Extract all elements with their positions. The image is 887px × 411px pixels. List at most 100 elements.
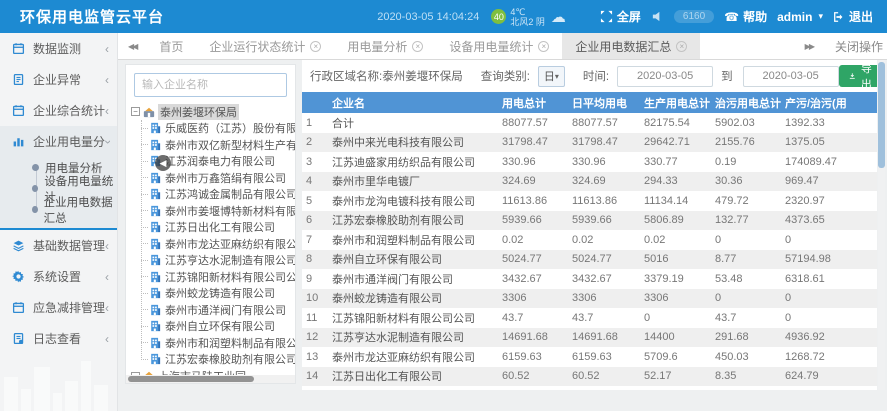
table-row-8[interactable]: 8泰州自立环保有限公司5024.775024.7750168.7757194.9… bbox=[302, 250, 877, 270]
sidebar-item-4[interactable]: 基础数据管理‹ bbox=[0, 230, 117, 261]
table-row-15[interactable]: 15泰州市姜堰博特新材料有限公司930.84930.84739.4543.684… bbox=[302, 386, 877, 390]
sidebar-subitem-label: 企业用电数据汇总 bbox=[44, 194, 117, 226]
sidebar-item-label: 数据监测 bbox=[33, 40, 105, 57]
table-row-12[interactable]: 12江苏亨达水泥制造有限公司14691.6814691.6814400291.6… bbox=[302, 328, 877, 348]
aqi-badge: 40 bbox=[491, 9, 506, 24]
query-type-select[interactable]: 日 ▾ bbox=[538, 66, 565, 87]
tree-company-node[interactable]: 泰州市通洋阀门有限公司 bbox=[141, 302, 295, 319]
table-row-10[interactable]: 10泰州蛟龙铸造有限公司33063306330600 bbox=[302, 289, 877, 309]
collapse-panel-button[interactable]: ◀ bbox=[155, 155, 171, 171]
tree-company-node[interactable]: 泰州蛟龙铸造有限公司 bbox=[141, 285, 295, 302]
row-index: 13 bbox=[302, 347, 328, 367]
value-cell: 0 bbox=[781, 308, 877, 328]
table-row-9[interactable]: 9泰州市通洋阀门有限公司3432.673432.673379.1953.4863… bbox=[302, 269, 877, 289]
scroll-tabs-right-icon[interactable]: ▶▶ bbox=[795, 42, 823, 51]
phone-icon: ☎ bbox=[724, 10, 739, 24]
tab-1[interactable]: 企业运行状态统计× bbox=[196, 33, 334, 59]
tree-company-label: 泰州市和润塑料制品有限公司 bbox=[165, 335, 295, 351]
tab-close-icon[interactable]: × bbox=[310, 41, 321, 52]
alert-count-badge[interactable]: 6160 bbox=[674, 10, 714, 23]
value-cell: 30.36 bbox=[711, 172, 781, 192]
vertical-scrollbar[interactable] bbox=[878, 60, 885, 390]
sidebar-item-3[interactable]: 企业用电量分析‹ bbox=[0, 126, 117, 157]
value-cell: 450.03 bbox=[711, 347, 781, 367]
export-button[interactable]: 导出 bbox=[839, 65, 877, 87]
calendar-icon bbox=[12, 104, 26, 118]
tree-company-node[interactable]: 江苏锦阳新材料有限公司公司 bbox=[141, 269, 295, 286]
tree-company-node[interactable]: 泰州市和润塑料制品有限公司 bbox=[141, 335, 295, 352]
date-from-input[interactable] bbox=[617, 66, 713, 87]
tab-close-icon[interactable]: × bbox=[676, 41, 687, 52]
table-row-4[interactable]: 4泰州市里华电镀厂324.69324.69294.3330.36969.47 bbox=[302, 172, 877, 192]
tab-4[interactable]: 企业用电数据汇总× bbox=[562, 33, 700, 59]
tab-2[interactable]: 用电量分析× bbox=[334, 33, 436, 59]
sidebar-submenu: 用电量分析设备用电量统计企业用电数据汇总 bbox=[0, 157, 117, 220]
tree-root-node[interactable]: −泰州姜堰环保局 bbox=[131, 103, 295, 120]
sidebar-item-2[interactable]: 企业综合统计‹ bbox=[0, 95, 117, 126]
speaker-icon[interactable] bbox=[651, 10, 664, 23]
tree-company-label: 泰州市双亿新型材料生产有限公司 bbox=[165, 137, 295, 153]
chevron-left-icon: ‹ bbox=[105, 239, 109, 253]
tree-company-node[interactable]: 泰州自立环保有限公司 bbox=[141, 318, 295, 335]
table-row-5[interactable]: 5泰州市龙沟电镀科技有限公司11613.8611613.8611134.1447… bbox=[302, 191, 877, 211]
help-button[interactable]: ☎ 帮助 bbox=[724, 8, 767, 25]
value-cell: 5939.66 bbox=[568, 211, 640, 231]
chevron-left-icon: ‹ bbox=[105, 270, 109, 284]
table-row-6[interactable]: 6江苏宏泰橡胶助剂有限公司5939.665939.665806.89132.77… bbox=[302, 211, 877, 231]
tree-company-node[interactable]: 泰州市龙达亚麻纺织有限公司 bbox=[141, 236, 295, 253]
row-index: 14 bbox=[302, 367, 328, 387]
sidebar-item-6[interactable]: 应急减排管理‹ bbox=[0, 292, 117, 323]
sidebar-item-label: 企业综合统计 bbox=[33, 102, 105, 119]
value-cell: 0.02 bbox=[640, 230, 711, 250]
row-index: 12 bbox=[302, 328, 328, 348]
table-row-7[interactable]: 7泰州市和润塑料制品有限公司0.020.020.0200 bbox=[302, 230, 877, 250]
date-to-input[interactable] bbox=[743, 66, 839, 87]
building-icon bbox=[150, 238, 161, 250]
sidebar-item-1[interactable]: 企业异常‹ bbox=[0, 64, 117, 95]
building-icon bbox=[150, 304, 161, 316]
fullscreen-button[interactable]: 全屏 bbox=[600, 8, 641, 25]
bullet-icon bbox=[32, 206, 38, 213]
tree-company-node[interactable]: 江苏宏泰橡胶助剂有限公司 bbox=[141, 351, 295, 368]
tree-company-node[interactable]: 泰州市万鑫箔绢有限公司 bbox=[141, 170, 295, 187]
tree-collapse-box-icon[interactable]: − bbox=[131, 107, 140, 116]
table-row-2[interactable]: 2泰州中来光电科技有限公司31798.4731798.4729642.71215… bbox=[302, 133, 877, 153]
close-operations-button[interactable]: 关闭操作 bbox=[823, 38, 887, 55]
vertical-scroll-thumb[interactable] bbox=[878, 62, 885, 168]
tab-close-icon[interactable]: × bbox=[538, 41, 549, 52]
username-label: admin bbox=[777, 10, 812, 24]
table-row-11[interactable]: 11江苏锦阳新材料有限公司公司43.743.7043.70 bbox=[302, 308, 877, 328]
tree-company-label: 泰州市龙达亚麻纺织有限公司 bbox=[165, 236, 295, 252]
tree-company-node[interactable]: 江苏日出化工有限公司 bbox=[141, 219, 295, 236]
logout-button[interactable]: 退出 bbox=[833, 8, 873, 25]
sidebar-menu: 数据监测‹企业异常‹企业综合统计‹企业用电量分析‹用电量分析设备用电量统计企业用… bbox=[0, 33, 117, 354]
tree-company-node[interactable]: 泰州市姜堰博特新材料有限公司 bbox=[141, 203, 295, 220]
value-cell: 930.84 bbox=[498, 386, 568, 390]
company-tree: −泰州姜堰环保局乐威医药（江苏）股份有限公司泰州市双亿新型材料生产有限公司江苏润… bbox=[126, 99, 295, 384]
value-cell: 4936.92 bbox=[781, 328, 877, 348]
company-search-input[interactable] bbox=[134, 73, 287, 97]
tree-scroll-thumb[interactable] bbox=[128, 376, 254, 382]
tree-company-node[interactable]: 乐威医药（江苏）股份有限公司 bbox=[141, 120, 295, 137]
tab-close-icon[interactable]: × bbox=[412, 41, 423, 52]
sidebar-subitem-2[interactable]: 企业用电数据汇总 bbox=[0, 199, 117, 220]
table-row-13[interactable]: 13泰州市龙达亚麻纺织有限公司6159.636159.635709.6450.0… bbox=[302, 347, 877, 367]
table-row-1[interactable]: 1合计88077.5788077.5782175.545902.031392.3… bbox=[302, 113, 877, 133]
sidebar-item-0[interactable]: 数据监测‹ bbox=[0, 33, 117, 64]
calendar-icon bbox=[12, 42, 26, 56]
company-name-cell: 泰州自立环保有限公司 bbox=[328, 250, 498, 270]
tree-company-node[interactable]: 江苏亨达水泥制造有限公司 bbox=[141, 252, 295, 269]
table-row-3[interactable]: 3江苏迪盛家用纺织品有限公司330.96330.96330.770.191740… bbox=[302, 152, 877, 172]
sidebar-item-5[interactable]: 系统设置‹ bbox=[0, 261, 117, 292]
calendar-icon bbox=[12, 301, 26, 315]
tree-horizontal-scrollbar[interactable] bbox=[126, 375, 295, 383]
user-menu[interactable]: admin ▾ bbox=[777, 10, 823, 24]
table-row-14[interactable]: 14江苏日出化工有限公司60.5260.5252.178.35624.79 bbox=[302, 367, 877, 387]
scroll-tabs-left-icon[interactable]: ◀◀ bbox=[118, 33, 146, 59]
tree-company-node[interactable]: 江苏鸿诚金属制品有限公司 bbox=[141, 186, 295, 203]
value-cell: 4893.43 bbox=[781, 386, 877, 390]
tab-3[interactable]: 设备用电量统计× bbox=[436, 33, 562, 59]
tree-company-node[interactable]: 泰州市双亿新型材料生产有限公司 bbox=[141, 137, 295, 154]
company-name-cell: 泰州市龙沟电镀科技有限公司 bbox=[328, 191, 498, 211]
tab-0[interactable]: 首页 bbox=[146, 33, 196, 59]
